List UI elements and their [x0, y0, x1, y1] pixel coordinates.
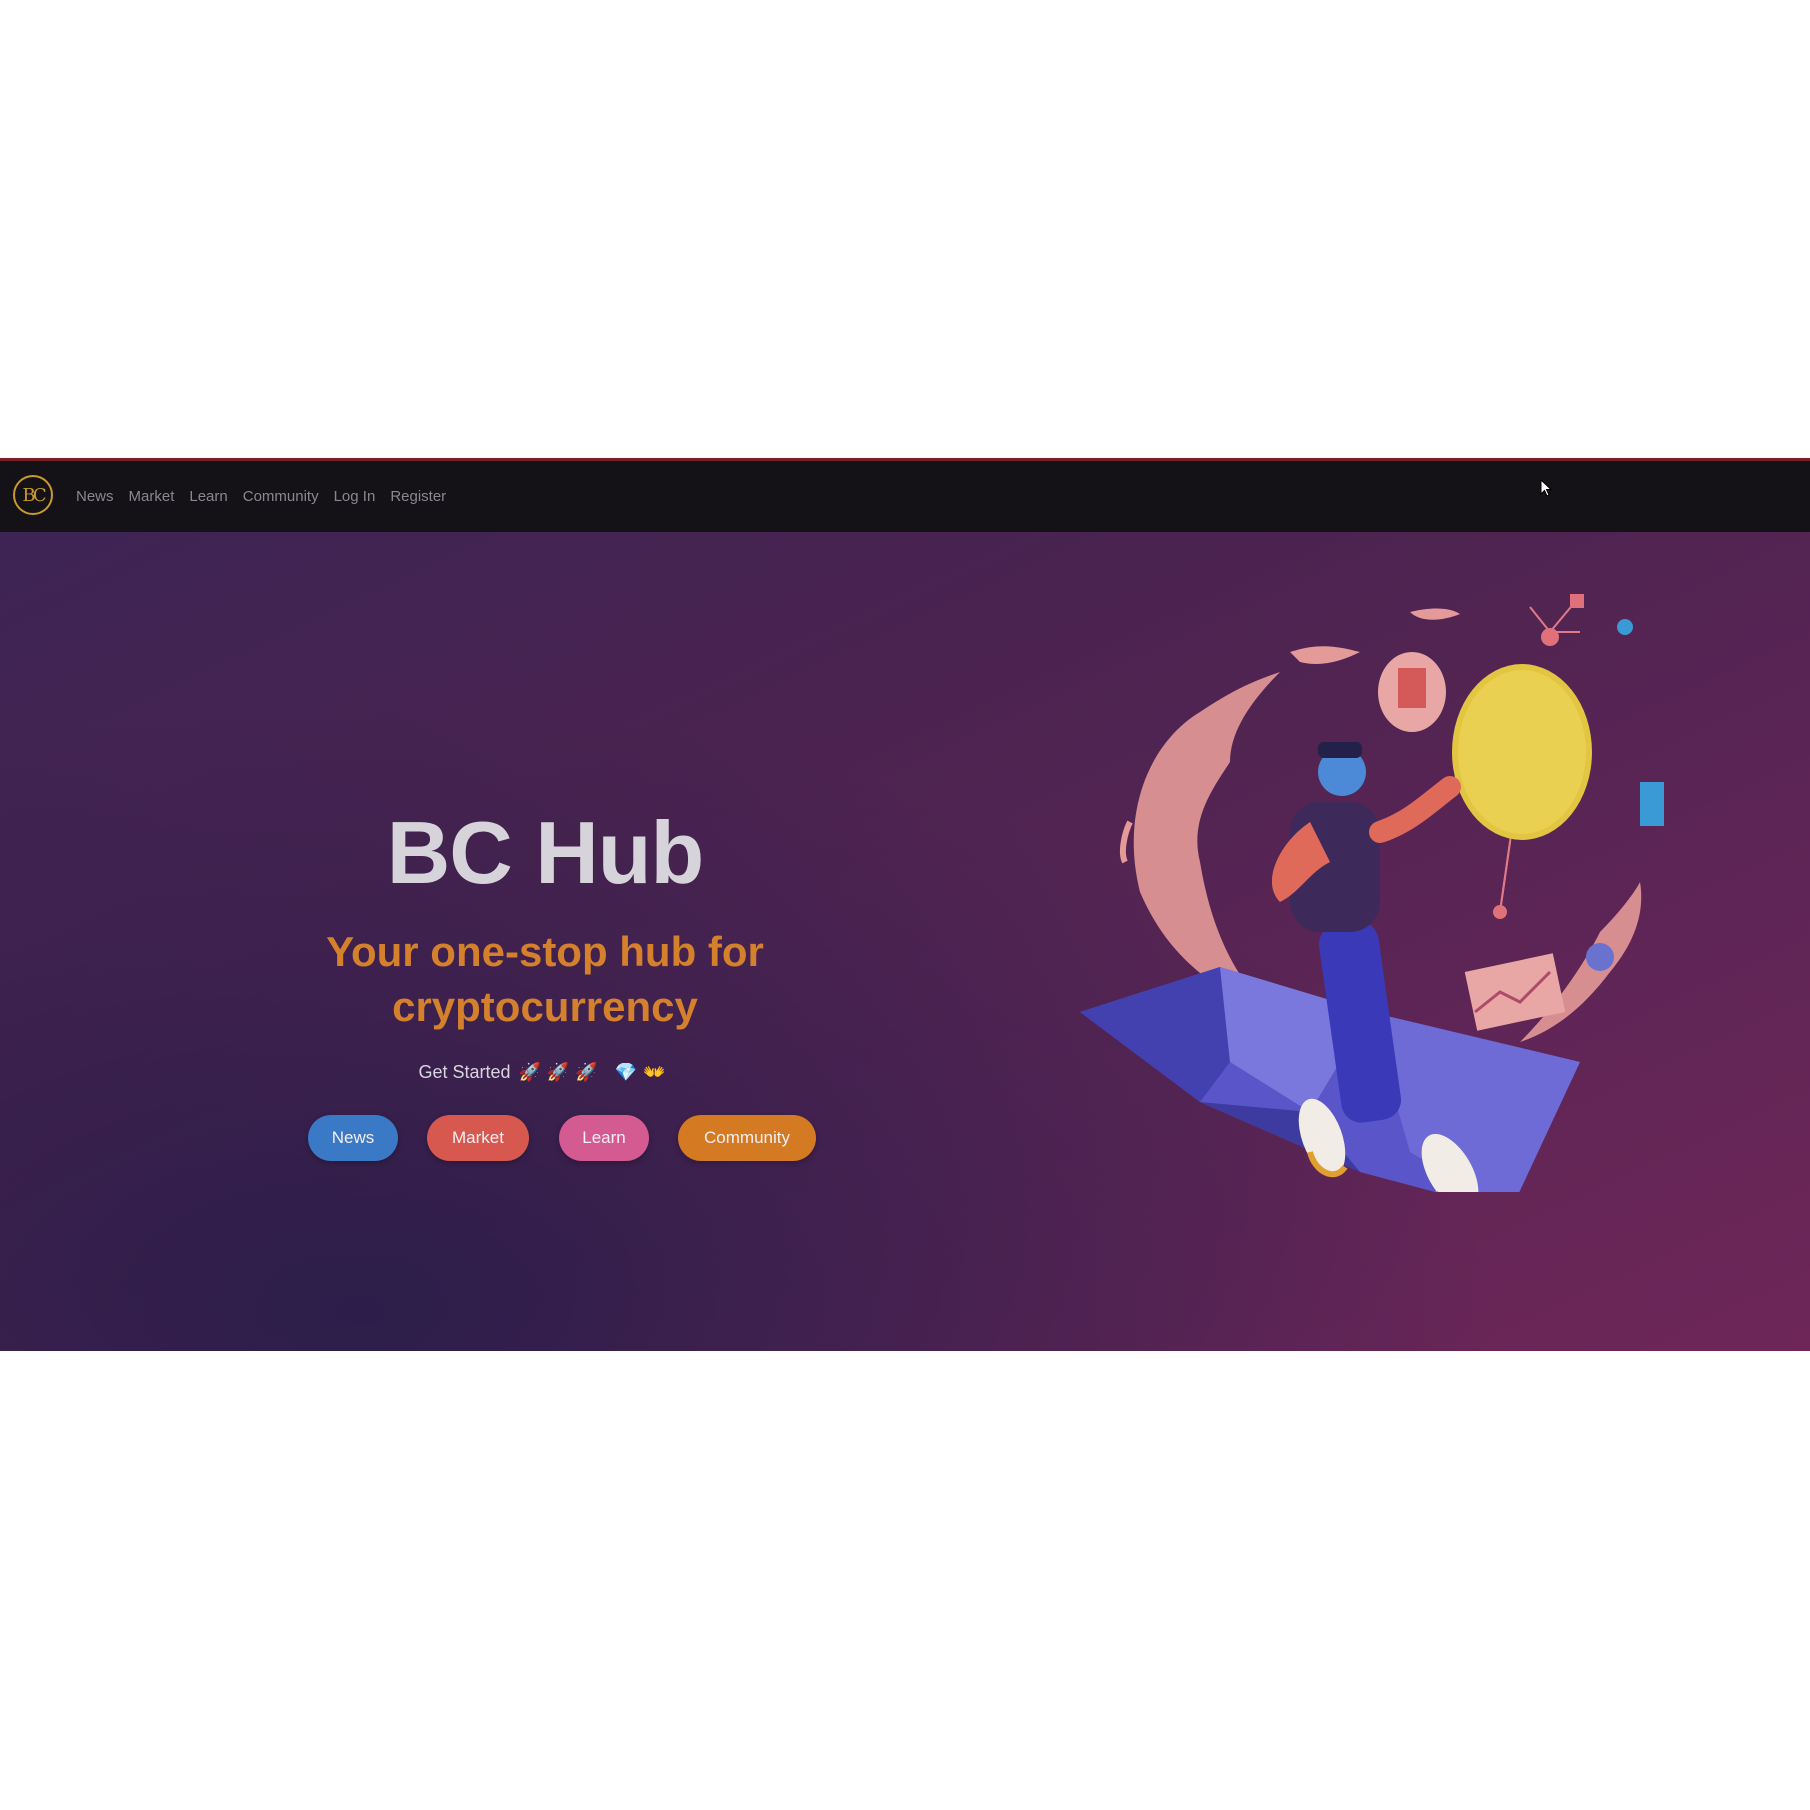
community-button[interactable]: Community	[678, 1115, 816, 1161]
rocket-diamond-hands-emojis: 🚀🚀🚀 💎👐	[518, 1062, 672, 1082]
character-hair	[1318, 742, 1362, 758]
gold-coin-edge	[1458, 670, 1586, 834]
news-button[interactable]: News	[308, 1115, 398, 1161]
orb	[1586, 943, 1614, 971]
blue-tag	[1640, 782, 1664, 826]
browser-viewport: BC News Market Learn Community Log In Re…	[0, 458, 1810, 1351]
nav-links: News Market Learn Community Log In Regis…	[76, 488, 446, 505]
hero-title: BC Hub	[386, 803, 705, 902]
network-node	[1570, 594, 1584, 608]
network-node	[1617, 619, 1633, 635]
nav-link-news[interactable]: News	[76, 488, 114, 505]
hero-section: BC Hub Your one-stop hub for cryptocurre…	[0, 532, 1810, 1351]
hero-subtitle: Your one-stop hub for cryptocurrency	[280, 924, 810, 1034]
get-started-label: Get Started	[418, 1062, 511, 1082]
mouse-cursor-icon	[1540, 479, 1553, 497]
page: BC News Market Learn Community Log In Re…	[0, 0, 1810, 1810]
nav-link-market[interactable]: Market	[129, 488, 175, 505]
hero-subtitle-line-1: Your one-stop hub for	[326, 928, 764, 975]
splash-shape	[1290, 646, 1360, 664]
nav-link-community[interactable]: Community	[243, 488, 319, 505]
bc-logo-icon[interactable]: BC	[13, 475, 53, 515]
splash-shape	[1133, 672, 1280, 1012]
nav-link-login[interactable]: Log In	[334, 488, 376, 505]
get-started-text: Get Started 🚀🚀🚀 💎👐	[280, 1062, 810, 1083]
document-icon	[1398, 668, 1426, 708]
nav-link-register[interactable]: Register	[390, 488, 446, 505]
crypto-astronaut-illustration	[1080, 594, 1664, 1192]
character-arm	[1369, 776, 1461, 843]
market-button[interactable]: Market	[427, 1115, 529, 1161]
hero-subtitle-line-2: cryptocurrency	[392, 983, 698, 1030]
navbar: BC News Market Learn Community Log In Re…	[0, 458, 1810, 532]
logo-text: BC	[22, 484, 46, 506]
network-node	[1541, 628, 1559, 646]
splash-shape	[1119, 820, 1133, 864]
splash-shape	[1410, 608, 1460, 620]
nav-link-learn[interactable]: Learn	[189, 488, 227, 505]
learn-button[interactable]: Learn	[559, 1115, 649, 1161]
crystal-facet	[1080, 967, 1230, 1102]
network-node	[1493, 905, 1507, 919]
